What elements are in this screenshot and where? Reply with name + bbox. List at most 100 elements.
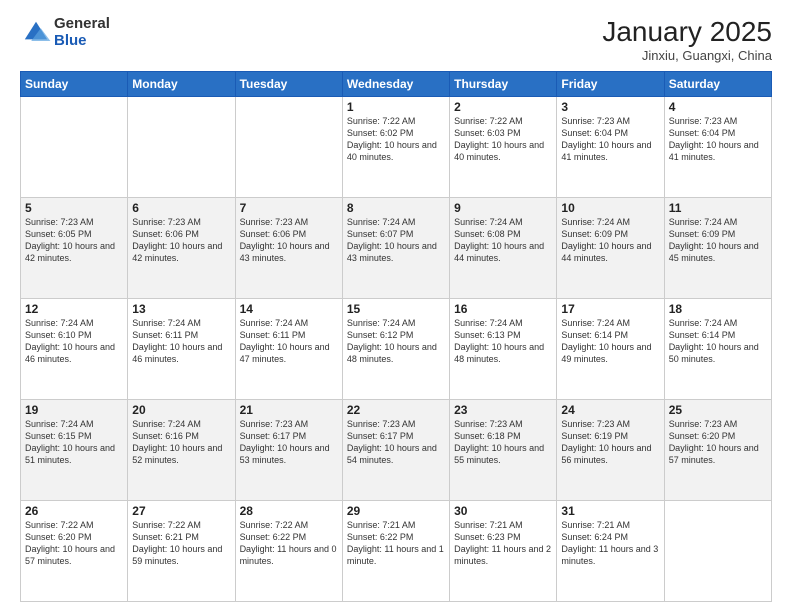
calendar-cell: 22Sunrise: 7:23 AMSunset: 6:17 PMDayligh…: [342, 400, 449, 501]
day-info: Sunrise: 7:23 AMSunset: 6:05 PMDaylight:…: [25, 216, 123, 265]
day-info: Sunrise: 7:24 AMSunset: 6:16 PMDaylight:…: [132, 418, 230, 467]
day-info: Sunrise: 7:21 AMSunset: 6:23 PMDaylight:…: [454, 519, 552, 568]
header: General Blue January 2025 Jinxiu, Guangx…: [20, 16, 772, 63]
day-number: 2: [454, 100, 552, 114]
day-number: 16: [454, 302, 552, 316]
month-title: January 2025: [602, 16, 772, 48]
day-info: Sunrise: 7:24 AMSunset: 6:07 PMDaylight:…: [347, 216, 445, 265]
day-info: Sunrise: 7:24 AMSunset: 6:14 PMDaylight:…: [561, 317, 659, 366]
calendar-week-row: 1Sunrise: 7:22 AMSunset: 6:02 PMDaylight…: [21, 97, 772, 198]
calendar-cell: 3Sunrise: 7:23 AMSunset: 6:04 PMDaylight…: [557, 97, 664, 198]
calendar-cell: 9Sunrise: 7:24 AMSunset: 6:08 PMDaylight…: [450, 198, 557, 299]
calendar-cell: 27Sunrise: 7:22 AMSunset: 6:21 PMDayligh…: [128, 501, 235, 602]
header-sunday: Sunday: [21, 72, 128, 97]
day-info: Sunrise: 7:21 AMSunset: 6:22 PMDaylight:…: [347, 519, 445, 568]
day-info: Sunrise: 7:24 AMSunset: 6:08 PMDaylight:…: [454, 216, 552, 265]
day-info: Sunrise: 7:23 AMSunset: 6:17 PMDaylight:…: [240, 418, 338, 467]
calendar-cell: 1Sunrise: 7:22 AMSunset: 6:02 PMDaylight…: [342, 97, 449, 198]
calendar-cell: 18Sunrise: 7:24 AMSunset: 6:14 PMDayligh…: [664, 299, 771, 400]
calendar-cell: 8Sunrise: 7:24 AMSunset: 6:07 PMDaylight…: [342, 198, 449, 299]
day-number: 12: [25, 302, 123, 316]
header-thursday: Thursday: [450, 72, 557, 97]
calendar-cell: [664, 501, 771, 602]
calendar-cell: 31Sunrise: 7:21 AMSunset: 6:24 PMDayligh…: [557, 501, 664, 602]
day-info: Sunrise: 7:24 AMSunset: 6:15 PMDaylight:…: [25, 418, 123, 467]
calendar-cell: [235, 97, 342, 198]
calendar-table: Sunday Monday Tuesday Wednesday Thursday…: [20, 71, 772, 602]
calendar-cell: 23Sunrise: 7:23 AMSunset: 6:18 PMDayligh…: [450, 400, 557, 501]
day-info: Sunrise: 7:24 AMSunset: 6:09 PMDaylight:…: [561, 216, 659, 265]
day-number: 26: [25, 504, 123, 518]
calendar-cell: [21, 97, 128, 198]
header-tuesday: Tuesday: [235, 72, 342, 97]
day-number: 7: [240, 201, 338, 215]
calendar-cell: 7Sunrise: 7:23 AMSunset: 6:06 PMDaylight…: [235, 198, 342, 299]
logo-text: General Blue: [54, 16, 110, 49]
day-info: Sunrise: 7:22 AMSunset: 6:21 PMDaylight:…: [132, 519, 230, 568]
calendar-cell: 28Sunrise: 7:22 AMSunset: 6:22 PMDayligh…: [235, 501, 342, 602]
calendar-cell: 13Sunrise: 7:24 AMSunset: 6:11 PMDayligh…: [128, 299, 235, 400]
calendar-cell: 21Sunrise: 7:23 AMSunset: 6:17 PMDayligh…: [235, 400, 342, 501]
day-info: Sunrise: 7:23 AMSunset: 6:18 PMDaylight:…: [454, 418, 552, 467]
day-number: 5: [25, 201, 123, 215]
calendar-cell: 16Sunrise: 7:24 AMSunset: 6:13 PMDayligh…: [450, 299, 557, 400]
day-info: Sunrise: 7:23 AMSunset: 6:19 PMDaylight:…: [561, 418, 659, 467]
day-info: Sunrise: 7:22 AMSunset: 6:02 PMDaylight:…: [347, 115, 445, 164]
day-number: 14: [240, 302, 338, 316]
day-number: 17: [561, 302, 659, 316]
calendar-cell: 10Sunrise: 7:24 AMSunset: 6:09 PMDayligh…: [557, 198, 664, 299]
calendar-cell: 5Sunrise: 7:23 AMSunset: 6:05 PMDaylight…: [21, 198, 128, 299]
calendar-cell: 15Sunrise: 7:24 AMSunset: 6:12 PMDayligh…: [342, 299, 449, 400]
calendar-cell: 6Sunrise: 7:23 AMSunset: 6:06 PMDaylight…: [128, 198, 235, 299]
day-number: 4: [669, 100, 767, 114]
page: General Blue January 2025 Jinxiu, Guangx…: [0, 0, 792, 612]
day-info: Sunrise: 7:21 AMSunset: 6:24 PMDaylight:…: [561, 519, 659, 568]
day-number: 21: [240, 403, 338, 417]
header-saturday: Saturday: [664, 72, 771, 97]
day-number: 20: [132, 403, 230, 417]
day-number: 15: [347, 302, 445, 316]
logo-blue-text: Blue: [54, 33, 110, 50]
day-info: Sunrise: 7:23 AMSunset: 6:06 PMDaylight:…: [132, 216, 230, 265]
day-number: 13: [132, 302, 230, 316]
logo-icon: [20, 17, 52, 49]
calendar-cell: 25Sunrise: 7:23 AMSunset: 6:20 PMDayligh…: [664, 400, 771, 501]
day-number: 18: [669, 302, 767, 316]
calendar-week-row: 12Sunrise: 7:24 AMSunset: 6:10 PMDayligh…: [21, 299, 772, 400]
day-number: 27: [132, 504, 230, 518]
day-number: 6: [132, 201, 230, 215]
day-number: 19: [25, 403, 123, 417]
day-number: 25: [669, 403, 767, 417]
calendar-cell: 11Sunrise: 7:24 AMSunset: 6:09 PMDayligh…: [664, 198, 771, 299]
calendar-cell: 20Sunrise: 7:24 AMSunset: 6:16 PMDayligh…: [128, 400, 235, 501]
logo-general-text: General: [54, 16, 110, 33]
calendar-cell: 4Sunrise: 7:23 AMSunset: 6:04 PMDaylight…: [664, 97, 771, 198]
day-info: Sunrise: 7:24 AMSunset: 6:13 PMDaylight:…: [454, 317, 552, 366]
day-number: 3: [561, 100, 659, 114]
day-number: 11: [669, 201, 767, 215]
calendar-cell: 12Sunrise: 7:24 AMSunset: 6:10 PMDayligh…: [21, 299, 128, 400]
calendar-cell: 17Sunrise: 7:24 AMSunset: 6:14 PMDayligh…: [557, 299, 664, 400]
day-number: 24: [561, 403, 659, 417]
calendar-cell: 24Sunrise: 7:23 AMSunset: 6:19 PMDayligh…: [557, 400, 664, 501]
logo: General Blue: [20, 16, 110, 49]
calendar-week-row: 5Sunrise: 7:23 AMSunset: 6:05 PMDaylight…: [21, 198, 772, 299]
day-info: Sunrise: 7:23 AMSunset: 6:04 PMDaylight:…: [561, 115, 659, 164]
calendar-cell: 2Sunrise: 7:22 AMSunset: 6:03 PMDaylight…: [450, 97, 557, 198]
header-friday: Friday: [557, 72, 664, 97]
calendar-cell: 19Sunrise: 7:24 AMSunset: 6:15 PMDayligh…: [21, 400, 128, 501]
day-info: Sunrise: 7:24 AMSunset: 6:11 PMDaylight:…: [240, 317, 338, 366]
day-info: Sunrise: 7:22 AMSunset: 6:20 PMDaylight:…: [25, 519, 123, 568]
day-number: 30: [454, 504, 552, 518]
calendar-week-row: 26Sunrise: 7:22 AMSunset: 6:20 PMDayligh…: [21, 501, 772, 602]
day-info: Sunrise: 7:23 AMSunset: 6:04 PMDaylight:…: [669, 115, 767, 164]
calendar-cell: 29Sunrise: 7:21 AMSunset: 6:22 PMDayligh…: [342, 501, 449, 602]
day-number: 22: [347, 403, 445, 417]
day-info: Sunrise: 7:23 AMSunset: 6:06 PMDaylight:…: [240, 216, 338, 265]
location-subtitle: Jinxiu, Guangxi, China: [602, 48, 772, 63]
day-number: 23: [454, 403, 552, 417]
calendar-cell: [128, 97, 235, 198]
day-info: Sunrise: 7:24 AMSunset: 6:09 PMDaylight:…: [669, 216, 767, 265]
header-monday: Monday: [128, 72, 235, 97]
day-info: Sunrise: 7:24 AMSunset: 6:11 PMDaylight:…: [132, 317, 230, 366]
